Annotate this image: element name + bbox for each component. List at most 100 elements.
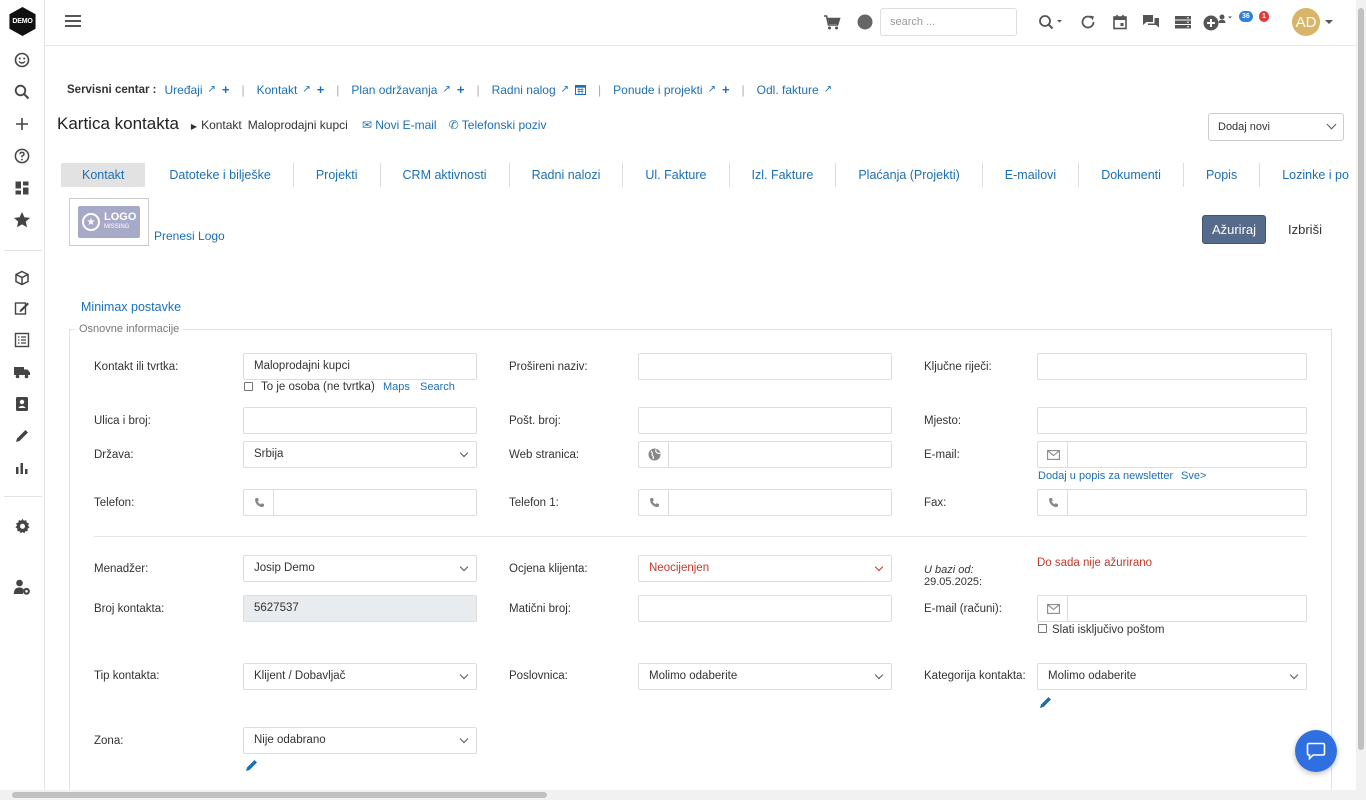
upload-logo-link[interactable]: Prenesi Logo — [154, 229, 225, 243]
manager-label: Menadžer: — [94, 563, 149, 575]
phone1-input[interactable] — [668, 489, 892, 516]
newsletter-link[interactable]: Dodaj u popis za newsletter — [1038, 470, 1173, 482]
pencil-icon[interactable] — [11, 425, 33, 447]
branch-select[interactable]: Molimo odaberite — [638, 663, 892, 690]
help-icon[interactable] — [11, 145, 33, 167]
tab-documents[interactable]: Dokumenti — [1079, 163, 1184, 187]
service-link-deferred-invoices[interactable]: Odl. fakture ↗ — [757, 83, 832, 97]
tab-passwords[interactable]: Lozinke i po — [1260, 163, 1356, 187]
postal-code-input[interactable] — [638, 407, 892, 434]
plus-icon[interactable]: + — [222, 82, 230, 97]
minimax-settings-link[interactable]: Minimax postavke — [81, 300, 181, 314]
cart-icon[interactable] — [822, 12, 842, 32]
new-email-link[interactable]: ✉ Novi E-mail — [362, 118, 437, 132]
tab-incoming-invoices[interactable]: Ul. Fakture — [623, 163, 730, 187]
star-icon[interactable] — [11, 209, 33, 231]
chevron-down-icon — [459, 562, 469, 572]
zone-select[interactable]: Nije odabrano — [243, 727, 477, 754]
registration-number-input[interactable] — [638, 595, 892, 622]
extended-name-input[interactable] — [638, 353, 892, 380]
in-db-since-label: U bazi od: — [924, 564, 974, 576]
edit-icon[interactable] — [11, 297, 33, 319]
app-logo[interactable]: DEMO — [9, 7, 36, 36]
server-icon[interactable] — [1173, 12, 1193, 32]
contacts-icon[interactable] — [11, 393, 33, 415]
caret-right-icon: ▶ — [190, 122, 198, 131]
street-input[interactable] — [243, 407, 477, 434]
plus-icon[interactable]: + — [722, 82, 730, 97]
calendar-icon[interactable] — [1110, 12, 1130, 32]
list-icon[interactable] — [11, 329, 33, 351]
plus-icon[interactable] — [11, 113, 33, 135]
add-user-icon[interactable] — [1201, 12, 1235, 32]
live-chat-button[interactable] — [1295, 730, 1337, 772]
website-input[interactable] — [668, 441, 892, 468]
settings-icon[interactable] — [11, 515, 33, 537]
delete-button[interactable]: Izbriši — [1281, 215, 1329, 244]
tab-payments[interactable]: Plaćanja (Projekti) — [836, 163, 983, 187]
box-icon[interactable] — [11, 267, 33, 289]
country-select[interactable]: Srbija — [243, 441, 477, 468]
update-button[interactable]: Ažuriraj — [1202, 215, 1266, 244]
contact-number-label: Broj kontakta: — [94, 603, 165, 615]
plus-icon[interactable]: + — [457, 82, 465, 97]
dashboard-icon[interactable] — [11, 177, 33, 199]
service-link-maintenance-plan[interactable]: Plan održavanja ↗ + — [351, 82, 464, 97]
manager-select[interactable]: Josip Demo — [243, 555, 477, 582]
breadcrumb-contact[interactable]: Kontakt — [201, 118, 242, 132]
notification-badge-red: 1 — [1259, 11, 1269, 22]
scrollbar-thumb[interactable] — [1358, 8, 1364, 750]
smiley-icon[interactable] — [11, 49, 33, 71]
branch-label: Poslovnica: — [509, 670, 568, 682]
search-icon[interactable] — [11, 81, 33, 103]
user-menu-caret-icon[interactable] — [1323, 12, 1335, 32]
branch-value: Molimo odaberite — [649, 670, 738, 682]
truck-icon[interactable] — [11, 361, 33, 383]
scrollbar-thumb[interactable] — [12, 792, 547, 798]
tab-crm-activities[interactable]: CRM aktivnosti — [381, 163, 510, 187]
keywords-input[interactable] — [1037, 353, 1307, 380]
vertical-scrollbar[interactable] — [1356, 0, 1366, 800]
is-person-checkbox[interactable] — [244, 382, 253, 391]
client-rating-select[interactable]: Neocijenjen — [638, 555, 892, 582]
contact-type-select[interactable]: Klijent / Dobavljač — [243, 663, 477, 690]
calendar-icon[interactable] — [575, 84, 587, 95]
chart-icon[interactable] — [11, 457, 33, 479]
phone-input[interactable] — [273, 489, 477, 516]
tab-emails[interactable]: E-mailovi — [983, 163, 1080, 187]
email-input[interactable] — [1067, 441, 1307, 468]
post-only-checkbox[interactable] — [1038, 624, 1047, 633]
menu-icon[interactable] — [65, 15, 81, 27]
user-settings-icon[interactable] — [11, 576, 33, 598]
search-dropdown-icon[interactable] — [1036, 12, 1066, 32]
service-link-offers-projects[interactable]: Ponude i projekti ↗ + — [613, 82, 729, 97]
tab-inventory[interactable]: Popis — [1184, 163, 1261, 187]
tab-work-orders[interactable]: Radni nalozi — [510, 163, 624, 187]
tab-files-notes[interactable]: Datoteke i bilješke — [147, 163, 294, 187]
status-dot-icon[interactable] — [855, 12, 875, 32]
service-link-devices[interactable]: Uređaji ↗ + — [164, 82, 229, 97]
tab-outgoing-invoices[interactable]: Izl. Fakture — [730, 163, 837, 187]
search-input[interactable]: search ... — [880, 8, 1017, 36]
search-link[interactable]: Search — [420, 381, 455, 393]
edit-zone-pencil-icon[interactable] — [245, 758, 259, 772]
add-new-select[interactable]: Dodaj novi — [1208, 113, 1344, 141]
tab-projects[interactable]: Projekti — [294, 163, 381, 187]
tab-contact[interactable]: Kontakt — [61, 163, 146, 187]
avatar[interactable]: AD — [1292, 8, 1320, 36]
all-link[interactable]: Sve> — [1181, 470, 1206, 482]
edit-category-pencil-icon[interactable] — [1039, 695, 1053, 709]
service-link-contact[interactable]: Kontakt ↗ + — [257, 82, 325, 97]
plus-icon[interactable]: + — [317, 82, 325, 97]
refresh-icon[interactable] — [1078, 12, 1098, 32]
service-link-work-order[interactable]: Radni nalog ↗ — [492, 83, 587, 97]
phone-call-link[interactable]: ✆ Telefonski poziv — [449, 118, 547, 132]
maps-link[interactable]: Maps — [383, 381, 410, 393]
contact-name-input[interactable]: Maloprodajni kupci — [243, 353, 477, 380]
horizontal-scrollbar[interactable] — [0, 790, 1356, 800]
city-input[interactable] — [1037, 407, 1307, 434]
invoice-email-input[interactable] — [1067, 595, 1307, 622]
chat-icon[interactable] — [1141, 12, 1161, 32]
fax-input[interactable] — [1067, 489, 1307, 516]
contact-category-select[interactable]: Molimo odaberite — [1037, 663, 1307, 690]
